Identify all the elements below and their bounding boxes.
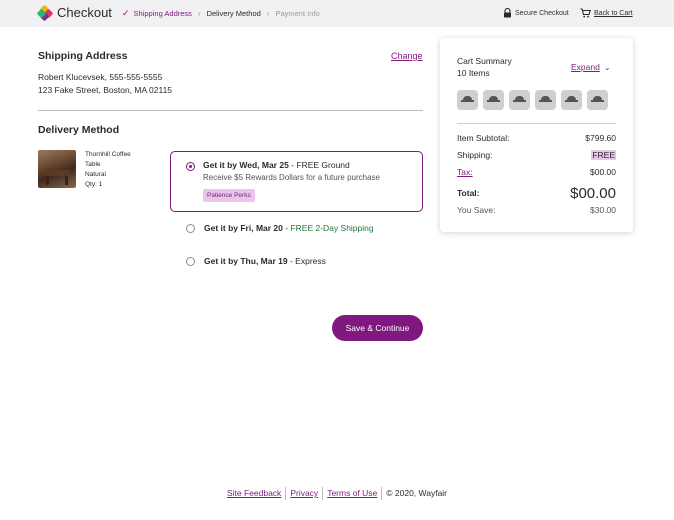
radio-ground-selected[interactable] — [186, 162, 195, 171]
delivery-method-heading: Delivery Method — [38, 124, 120, 136]
item-thumbnail[interactable] — [587, 90, 608, 110]
product-quantity: Qty: 1 — [85, 181, 103, 188]
radio-two-day[interactable] — [186, 224, 195, 233]
terms-of-use-link[interactable]: Terms of Use — [323, 488, 381, 500]
chevron-down-icon: ⌄ — [603, 62, 611, 72]
cart-thumbnails — [457, 90, 613, 110]
subtotal-value: $799.60 — [585, 133, 616, 143]
item-thumbnail[interactable] — [561, 90, 582, 110]
wayfair-logo-icon[interactable] — [36, 4, 54, 22]
item-thumbnail[interactable] — [535, 90, 556, 110]
shipping-label: Shipping: — [457, 150, 493, 160]
secure-checkout: Secure Checkout — [503, 8, 569, 18]
item-thumbnail[interactable] — [509, 90, 530, 110]
total-value: $00.00 — [570, 185, 616, 202]
breadcrumb: ✓ Shipping Address › Delivery Method › P… — [122, 8, 320, 19]
back-to-cart-link[interactable]: Back to Cart — [580, 8, 633, 18]
change-address-link[interactable]: Change — [391, 51, 423, 61]
cart-icon — [580, 8, 591, 18]
product-name-line2: Table — [85, 161, 101, 168]
chevron-right-icon: › — [266, 9, 270, 18]
item-thumbnail[interactable] — [457, 90, 478, 110]
subtotal-label: Item Subtotal: — [457, 133, 510, 143]
radio-express[interactable] — [186, 257, 195, 266]
top-bar: Checkout ✓ Shipping Address › Delivery M… — [0, 0, 674, 27]
section-divider — [38, 110, 423, 111]
you-save-value: $30.00 — [590, 205, 616, 215]
option-ground-note: Receive $5 Rewards Dollars for a future … — [203, 173, 380, 182]
cart-summary-panel: Cart Summary 10 Items Expand ⌄ Item Subt… — [440, 38, 633, 232]
breadcrumb-payment-info: Payment Info — [275, 9, 320, 18]
expand-label: Expand — [571, 62, 600, 72]
option-ground-date: Get it by Wed, Mar 25 — [203, 160, 289, 170]
save-and-continue-button[interactable]: Save & Continue — [332, 315, 423, 341]
breadcrumb-shipping-address[interactable]: Shipping Address — [134, 9, 192, 18]
expand-cart-button[interactable]: Expand ⌄ — [571, 62, 611, 72]
secure-checkout-label: Secure Checkout — [515, 9, 569, 17]
cart-summary-title: Cart Summary — [457, 56, 512, 66]
check-icon: ✓ — [122, 8, 130, 18]
you-save-label: You Save: — [457, 205, 496, 215]
back-to-cart-label: Back to Cart — [594, 9, 633, 17]
cart-divider — [457, 123, 616, 124]
option-two-day-date: Get it by Fri, Mar 20 — [204, 223, 283, 233]
option-ground-method: FREE Ground — [296, 160, 350, 170]
tax-value: $00.00 — [590, 167, 616, 177]
shipping-value: FREE — [591, 150, 616, 160]
breadcrumb-delivery-method: Delivery Method — [206, 9, 261, 18]
product-image — [38, 150, 76, 188]
option-two-day-title[interactable]: Get it by Fri, Mar 20 - FREE 2-Day Shipp… — [204, 223, 374, 233]
total-label: Total: — [457, 188, 480, 198]
option-express-method: Express — [295, 256, 326, 266]
cart-item-count: 10 Items — [457, 68, 490, 78]
tax-link[interactable]: Tax: — [457, 167, 473, 177]
table-leg — [65, 176, 68, 185]
privacy-link[interactable]: Privacy — [286, 488, 322, 500]
address-line: 123 Fake Street, Boston, MA 02115 — [38, 85, 173, 95]
shipping-address-heading: Shipping Address — [38, 50, 128, 62]
site-feedback-link[interactable]: Site Feedback — [223, 488, 285, 500]
recipient-line: Robert Klucevsek, 555-555-5555 — [38, 72, 163, 82]
patience-perks-badge: Patience Perks — [203, 189, 255, 202]
footer: Site Feedback Privacy Terms of Use © 202… — [0, 487, 674, 500]
checkout-title: Checkout — [57, 5, 112, 20]
table-leg — [46, 176, 49, 185]
product-name-line1: Thornhill Coffee — [85, 151, 131, 158]
option-ground-title: Get it by Wed, Mar 25 - FREE Ground — [203, 160, 350, 170]
item-thumbnail[interactable] — [483, 90, 504, 110]
option-express-date: Get it by Thu, Mar 19 — [204, 256, 288, 266]
option-two-day-method: FREE 2-Day Shipping — [290, 223, 374, 233]
option-express-title[interactable]: Get it by Thu, Mar 19 - Express — [204, 256, 326, 266]
copyright-text: © 2020, Wayfair — [386, 488, 448, 498]
chevron-right-icon: › — [197, 9, 201, 18]
lock-icon — [504, 8, 511, 18]
product-finish: Natural — [85, 171, 106, 178]
